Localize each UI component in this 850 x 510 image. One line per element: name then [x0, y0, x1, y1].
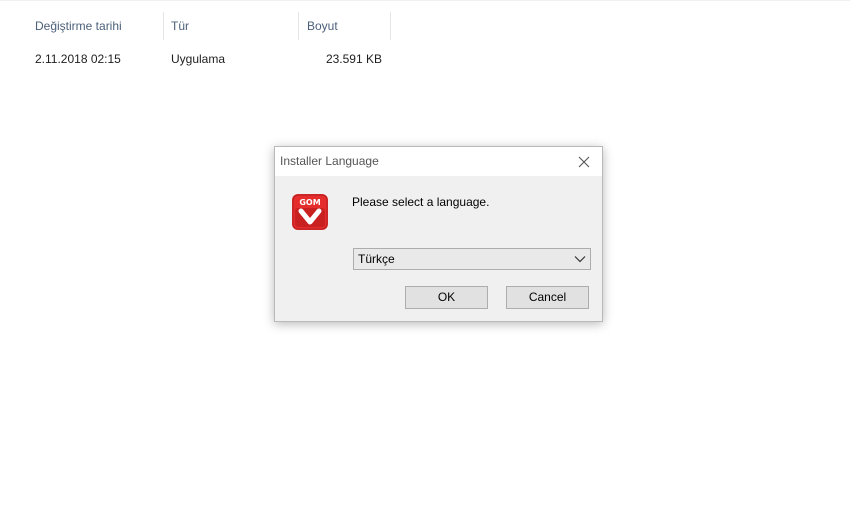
language-prompt: Please select a language.: [352, 195, 490, 209]
column-header-size[interactable]: Boyut: [300, 12, 390, 40]
installer-language-dialog: Installer Language GOM Please select a l…: [274, 146, 603, 322]
file-modified-date: 2.11.2018 02:15: [35, 52, 121, 66]
column-separator[interactable]: [390, 12, 391, 40]
language-select-value: Türkçe: [358, 252, 395, 266]
dialog-titlebar[interactable]: Installer Language: [275, 147, 602, 176]
column-header-type[interactable]: Tür: [164, 12, 299, 40]
ok-button[interactable]: OK: [405, 286, 488, 309]
close-button[interactable]: [566, 147, 602, 176]
cancel-button[interactable]: Cancel: [506, 286, 589, 309]
dialog-title: Installer Language: [280, 154, 379, 168]
column-header-modified[interactable]: Değiştirme tarihi: [28, 12, 164, 40]
language-select[interactable]: Türkçe: [353, 248, 591, 270]
gom-icon: GOM: [292, 194, 328, 230]
top-divider: [0, 0, 850, 1]
chevron-down-icon: [574, 256, 586, 263]
gom-icon-text: GOM: [299, 198, 320, 207]
file-size: 23.591 KB: [325, 52, 382, 66]
file-type: Uygulama: [171, 52, 226, 66]
close-icon: [578, 156, 590, 167]
column-separator[interactable]: [298, 12, 299, 40]
